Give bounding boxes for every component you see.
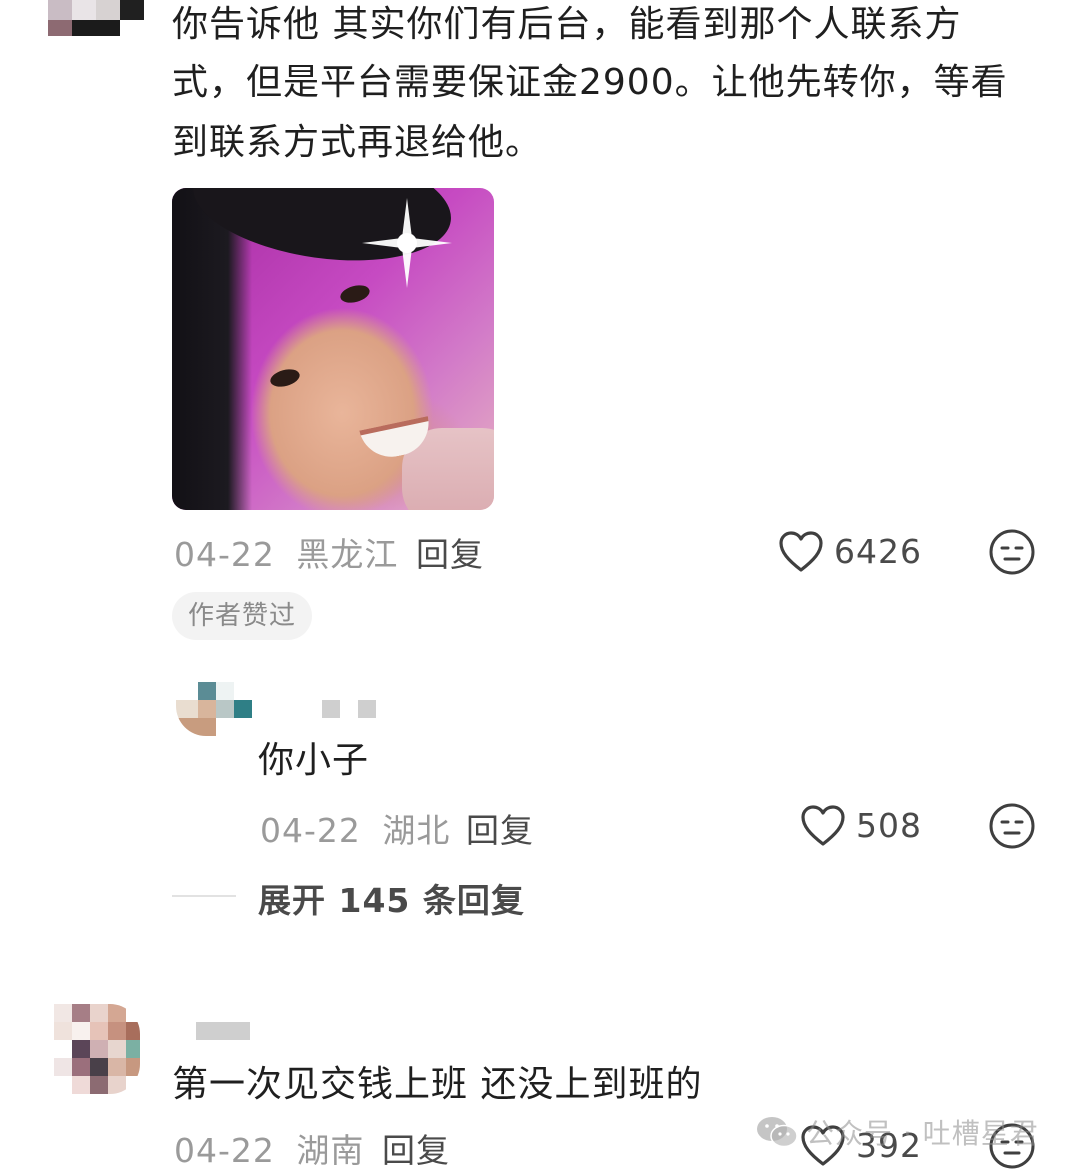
expand-replies-button[interactable]: 展开 145 条回复 [258,874,525,922]
comment1-date: 04-22 [174,535,275,574]
photo-eye [338,282,372,306]
photo-eye [268,366,302,390]
comment2-text: 第一次见交钱上班 还没上到班的 [172,1064,703,1105]
comment1-line3: 到联系方式再退给他。 [172,122,543,163]
comment2-meta: 04-22 湖南 [174,1124,364,1172]
reply1-text: 你小子 [258,740,370,781]
heart-icon[interactable] [800,804,846,848]
comment1-line1: 你告诉他 其实你们有后台，能看到那个人联系方 [172,4,962,45]
reply1-like-count: 508 [856,806,922,845]
reply1-location: 湖北 [382,811,451,850]
comment1-image[interactable] [172,188,494,510]
reply1-date: 04-22 [260,811,361,850]
comment1-line2: 式，但是平台需要保证金2900。让他先转你，等看 [172,62,1008,103]
comment2-reply-button[interactable]: 回复 [382,1124,450,1172]
avatar-reply1[interactable] [176,682,252,736]
wechat-icon [757,1117,798,1148]
avatar-comment2[interactable] [54,1004,140,1094]
comment1-like-count: 6426 [834,532,922,571]
comment1-location: 黑龙江 [296,535,399,574]
author-liked-badge: 作者赞过 [172,592,313,640]
dislike-face-icon[interactable] [988,802,1036,850]
comment1-meta: 04-22 黑龙江 [174,528,398,576]
heart-icon[interactable] [778,530,824,574]
avatar-comment1[interactable] [48,0,144,36]
dislike-face-icon[interactable] [988,528,1036,576]
watermark: 公众号 · 吐槽星君 [756,1112,1039,1152]
comment2-date: 04-22 [174,1131,275,1170]
sparkle-icon [362,198,452,288]
reply1-meta: 04-22 湖北 [260,804,450,852]
comment1-reply-button[interactable]: 回复 [416,528,484,576]
comment2-location: 湖南 [296,1131,365,1170]
comment2-username-blur[interactable] [196,1022,250,1040]
reply1-reply-button[interactable]: 回复 [466,804,534,852]
reply1-username-blur[interactable] [322,700,378,718]
watermark-text: 公众号 · 吐槽星君 [806,1117,1039,1150]
expand-divider [172,895,236,897]
